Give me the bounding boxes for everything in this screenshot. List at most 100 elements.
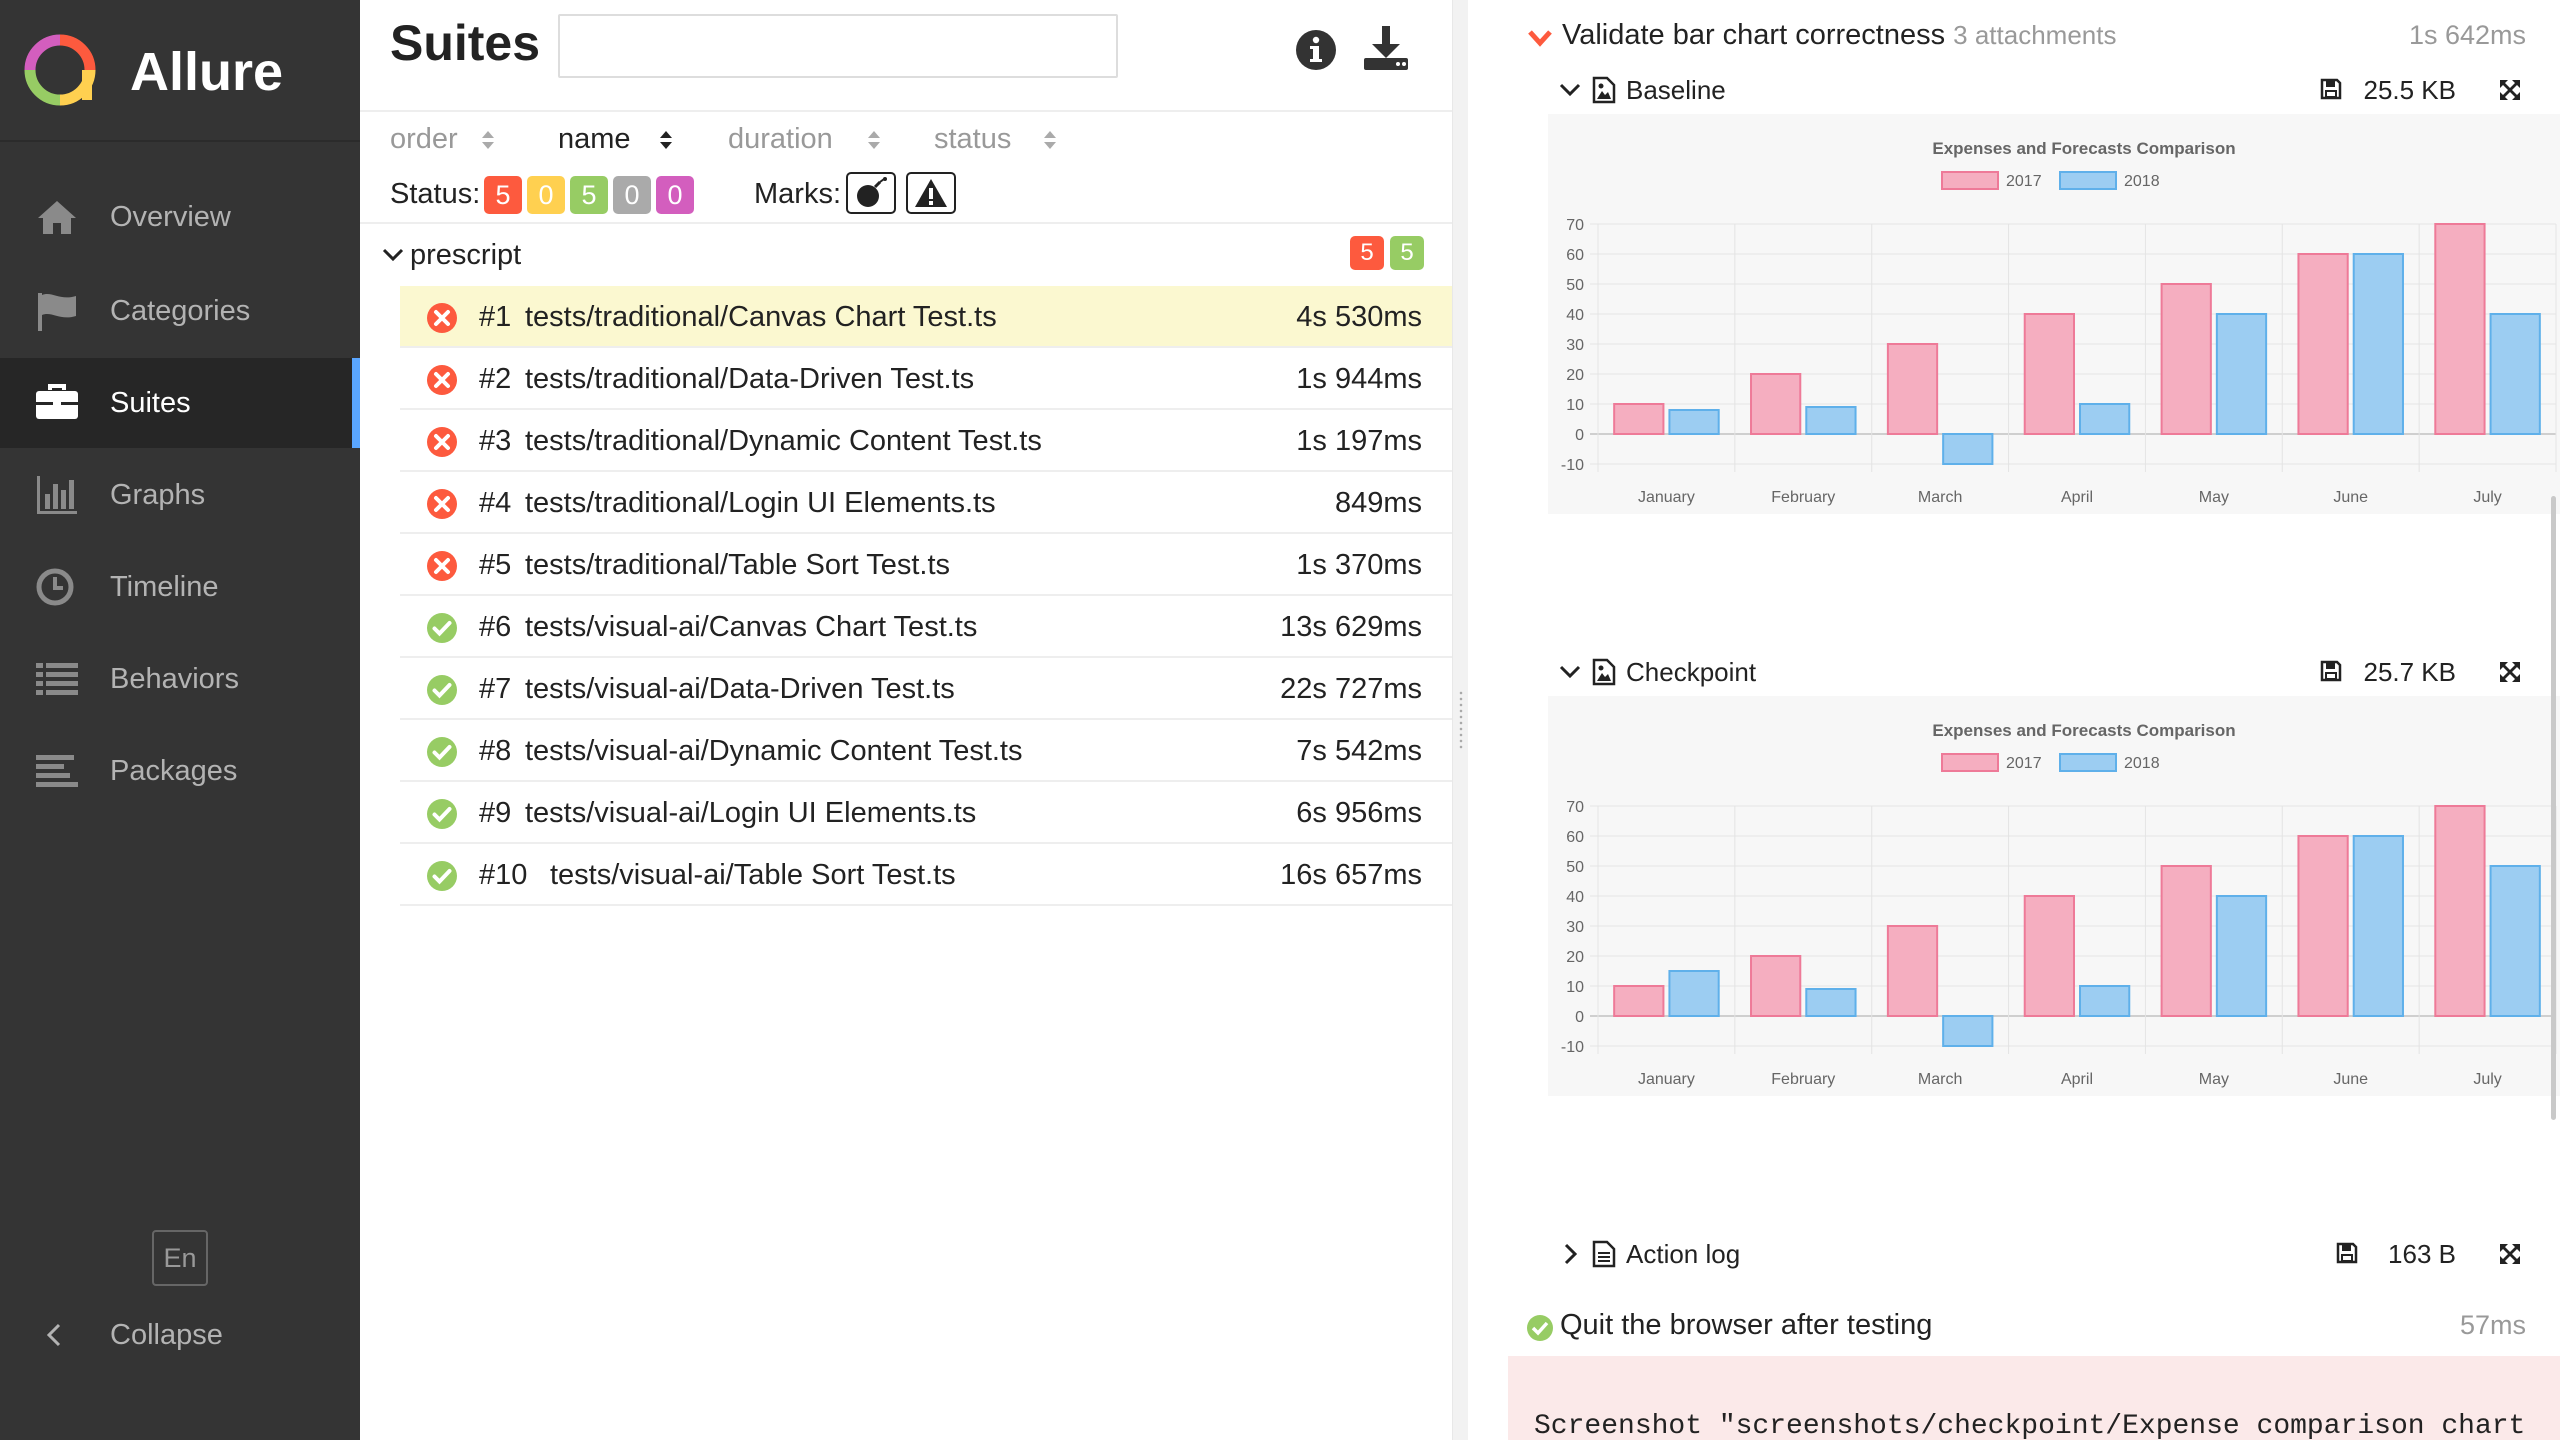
bar-2017-june: [2297, 835, 2349, 1017]
bar-2018-may: [2215, 313, 2268, 435]
passed-status-icon: [427, 737, 457, 767]
legend-swatch: [2059, 171, 2117, 190]
info-icon: [1296, 30, 1336, 70]
home-icon: [38, 201, 76, 234]
attachment-action-log[interactable]: Action log 163 B: [1558, 1234, 2538, 1278]
attachment-baseline[interactable]: Baseline 25.5 KB: [1558, 70, 2538, 114]
attachment-name: Action log: [1626, 1239, 1741, 1269]
sidebar-item-label: Timeline: [110, 571, 219, 603]
group-passed-count: 5: [1390, 236, 1424, 270]
clock-icon: [36, 568, 74, 606]
test-duration: 22s 727ms: [1280, 673, 1422, 705]
sidebar-item-graphs[interactable]: Graphs: [0, 450, 360, 540]
sidebar-item-packages[interactable]: Packages: [0, 726, 360, 816]
attachment-checkpoint[interactable]: Checkpoint 25.7 KB: [1558, 652, 2538, 696]
test-row[interactable]: #6 tests/visual-ai/Canvas Chart Test.ts 13…: [400, 596, 1452, 658]
x-tick-label: April: [2061, 1071, 2093, 1088]
bar-2018-july: [2489, 865, 2541, 1017]
test-row[interactable]: #9 tests/visual-ai/Login UI Elements.ts 6s…: [400, 782, 1452, 844]
x-tick-label: February: [1771, 1071, 1835, 1088]
sidebar-item-label: Categories: [110, 295, 251, 327]
attachment-size: 163 B: [2388, 1239, 2456, 1269]
chevron-down-icon: [1528, 30, 1552, 47]
test-row[interactable]: #1 tests/traditional/Canvas Chart Test.ts…: [400, 286, 1452, 348]
test-duration: 849ms: [1334, 487, 1422, 519]
suite-group-name: prescript: [410, 239, 522, 271]
expand-icon[interactable]: [2496, 1240, 2524, 1268]
chevron-right-icon: [1564, 1243, 1578, 1265]
scrollbar[interactable]: [2551, 496, 2556, 1120]
search-input[interactable]: [558, 14, 1118, 78]
bar-2017-july: [2434, 805, 2486, 1017]
failed-status-icon: [427, 551, 457, 581]
test-row[interactable]: #8 tests/visual-ai/Dynamic Content Test.t…: [400, 720, 1452, 782]
mark-new-failed-button[interactable]: [906, 172, 956, 214]
log-output: Screenshot "screenshots/checkpoint/Expen…: [1508, 1356, 2560, 1440]
test-duration: 13s 629ms: [1280, 611, 1422, 643]
warning-icon: [915, 179, 947, 207]
x-tick-label: May: [2199, 1071, 2229, 1088]
bar-2017-february: [1750, 373, 1802, 435]
language-button[interactable]: En: [152, 1230, 208, 1286]
sort-order-button[interactable]: order: [390, 120, 500, 160]
sidebar-item-categories[interactable]: Categories: [0, 266, 360, 356]
y-tick-label: 40: [1566, 889, 1584, 906]
step-duration: 1s 642ms: [2408, 20, 2526, 50]
suite-group-prescript[interactable]: prescript 5 5: [360, 230, 1452, 280]
step-quit-browser[interactable]: Quit the browser after testing 57ms: [1468, 1306, 2560, 1356]
step-validate-bar-chart[interactable]: Validate bar chart correctness 3 attachm…: [1468, 16, 2560, 66]
test-name: tests/traditional/Dynamic Content Test.t…: [525, 425, 1042, 457]
test-name: tests/traditional/Data-Driven Test.ts: [525, 363, 975, 395]
step-duration: 57ms: [2459, 1310, 2526, 1340]
test-name: tests/visual-ai/Dynamic Content Test.ts: [525, 735, 1023, 767]
sort-status-label: status: [934, 123, 1012, 155]
test-row[interactable]: #4 tests/traditional/Login UI Elements.ts…: [400, 472, 1452, 534]
test-row[interactable]: #3 tests/traditional/Dynamic Content Test…: [400, 410, 1452, 472]
bar-2018-may: [2215, 895, 2268, 1017]
status-filter-passed[interactable]: 5: [570, 176, 608, 214]
y-tick-label: 60: [1566, 247, 1584, 264]
collapse-button[interactable]: Collapse: [0, 1300, 360, 1370]
bar-2017-july: [2434, 223, 2486, 435]
sidebar-item-suites[interactable]: Suites: [0, 358, 360, 448]
attachment-name: Baseline: [1626, 75, 1726, 105]
sidebar-item-timeline[interactable]: Timeline: [0, 542, 360, 632]
status-filter-unknown[interactable]: 0: [656, 176, 694, 214]
x-tick-label: March: [1918, 1071, 1962, 1088]
expand-icon[interactable]: [2496, 76, 2524, 104]
sidebar-item-overview[interactable]: Overview: [0, 172, 360, 262]
legend-label: 2017: [2006, 755, 2042, 772]
passed-status-icon: [427, 861, 457, 891]
test-index: #3: [479, 425, 512, 457]
sort-status-button[interactable]: status: [934, 120, 1064, 160]
status-filter-failed[interactable]: 5: [484, 176, 522, 214]
sort-name-button[interactable]: name: [558, 120, 678, 160]
brand[interactable]: Allure: [0, 0, 360, 142]
status-filter-skipped[interactable]: 0: [613, 176, 651, 214]
download-button[interactable]: [1360, 22, 1412, 74]
x-tick-label: June: [2333, 1071, 2368, 1088]
test-row[interactable]: #2 tests/traditional/Data-Driven Test.ts 1…: [400, 348, 1452, 410]
test-index: #2: [479, 363, 512, 395]
sidebar-item-behaviors[interactable]: Behaviors: [0, 634, 360, 724]
sort-duration-button[interactable]: duration: [728, 120, 888, 160]
pane-splitter[interactable]: [1452, 0, 1468, 1440]
y-tick-label: 60: [1566, 829, 1584, 846]
mark-flaky-button[interactable]: [846, 172, 896, 214]
x-tick-label: February: [1771, 489, 1835, 506]
test-row[interactable]: #5 tests/traditional/Table Sort Test.ts 1s…: [400, 534, 1452, 596]
floppy-disk-icon: [2336, 1242, 2358, 1264]
list-icon: [36, 663, 78, 695]
test-row[interactable]: #10 tests/visual-ai/Table Sort Test.ts 16s…: [400, 844, 1452, 906]
suites-pane: Suites order name duration status Status…: [360, 0, 1452, 1440]
baseline-chart: Expenses and Forecasts Comparison 2017 201…: [1548, 114, 2560, 514]
x-tick-label: January: [1638, 1071, 1695, 1088]
legend-swatch: [1941, 171, 1999, 190]
info-button[interactable]: [1290, 22, 1342, 74]
x-tick-label: March: [1918, 489, 1962, 506]
test-row[interactable]: #7 tests/visual-ai/Data-Driven Test.ts 22s…: [400, 658, 1452, 720]
align-left-icon: [36, 755, 78, 787]
status-filter-broken[interactable]: 0: [527, 176, 565, 214]
expand-icon[interactable]: [2496, 658, 2524, 686]
bar-2017-june: [2297, 253, 2349, 435]
